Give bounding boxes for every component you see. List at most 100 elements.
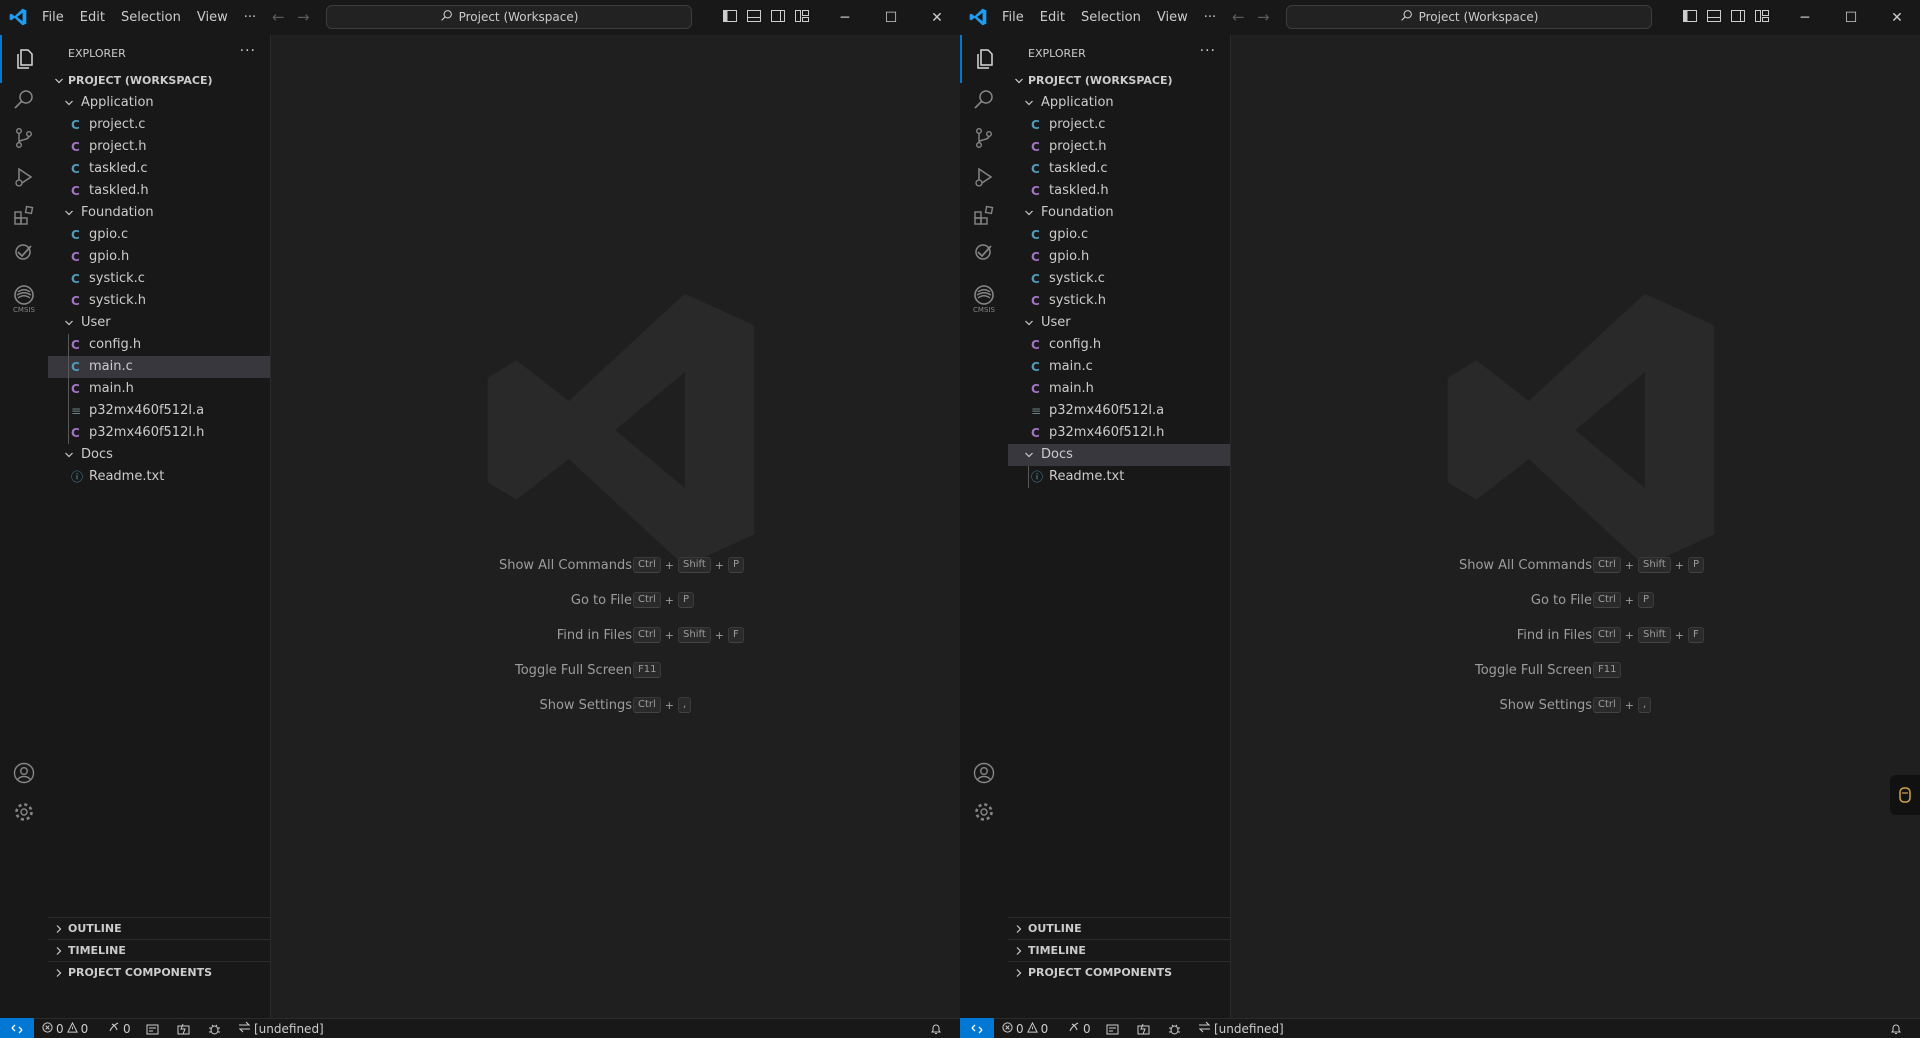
file-item[interactable]: Cproject.h [48,136,270,158]
folder-label: Docs [81,447,113,462]
close-icon[interactable]: ✕ [914,0,960,35]
build-icon[interactable] [146,1020,159,1038]
file-item[interactable]: ≡ p32mx460f512l.a [1008,400,1230,422]
command-center-search[interactable]: Project (Workspace) [326,5,692,29]
toggle-secondary-sidebar-icon[interactable] [770,8,786,24]
close-icon[interactable]: ✕ [1874,0,1920,35]
forward-arrow-icon[interactable]: → [297,8,310,26]
file-item[interactable]: Cgpio.h [48,246,270,268]
file-item[interactable]: ⓘ Readme.txt [1008,466,1230,488]
cmsis-icon[interactable] [0,228,48,276]
customize-layout-icon[interactable] [1754,8,1770,24]
flash-icon[interactable] [177,1020,190,1038]
target-status[interactable]: [undefined] [1198,1020,1284,1038]
menu-more-icon[interactable]: ··· [236,0,264,35]
menu-edit[interactable]: Edit [72,0,113,35]
file-item[interactable]: Ctaskled.c [1008,158,1230,180]
file-item[interactable]: ≡ p32mx460f512l.a [48,400,270,422]
folder-application[interactable]: Application [1008,92,1230,114]
c-header-file-icon: C [1031,294,1040,308]
toggle-primary-sidebar-icon[interactable] [1682,8,1698,24]
file-item[interactable]: Csystick.h [48,290,270,312]
workspace-root[interactable]: PROJECT (WORKSPACE) [1008,70,1230,92]
folder-user[interactable]: User [1008,312,1230,334]
folder-label: User [1041,315,1071,330]
command-center-search[interactable]: Project (Workspace) [1286,5,1652,29]
bell-icon[interactable] [930,1020,942,1038]
menu-file[interactable]: File [994,0,1032,35]
file-item[interactable]: Csystick.c [1008,268,1230,290]
folder-docs[interactable]: Docs [48,444,270,466]
file-item[interactable]: Cproject.h [1008,136,1230,158]
flash-icon[interactable] [1137,1020,1150,1038]
file-item[interactable]: ⓘ Readme.txt [48,466,270,488]
file-item[interactable]: Cproject.c [1008,114,1230,136]
settings-gear-icon[interactable] [960,788,1008,836]
settings-gear-icon[interactable] [0,788,48,836]
toggle-panel-icon[interactable] [746,8,762,24]
file-item[interactable]: Cmain.c [48,356,270,378]
file-item[interactable]: Csystick.c [48,268,270,290]
toggle-primary-sidebar-icon[interactable] [722,8,738,24]
file-item[interactable]: Ctaskled.c [48,158,270,180]
explorer-more-icon[interactable]: ··· [240,43,256,59]
folder-docs[interactable]: Docs [1008,444,1230,466]
remote-indicator-icon[interactable] [960,1018,994,1038]
file-item[interactable]: Cmain.c [1008,356,1230,378]
panel-section-project-components[interactable]: PROJECT COMPONENTS [48,961,270,984]
minimize-icon[interactable]: ─ [1782,0,1828,35]
panel-section-timeline[interactable]: TIMELINE [1008,939,1230,962]
file-item[interactable]: Cmain.h [48,378,270,400]
file-item[interactable]: Ctaskled.h [48,180,270,202]
workspace-root[interactable]: PROJECT (WORKSPACE) [48,70,270,92]
ports-status[interactable]: 0 [108,1020,131,1038]
file-item[interactable]: Cgpio.c [1008,224,1230,246]
toggle-panel-icon[interactable] [1706,8,1722,24]
minimize-icon[interactable]: ─ [822,0,868,35]
panel-section-outline[interactable]: OUTLINE [48,917,270,940]
file-item[interactable]: Ctaskled.h [1008,180,1230,202]
customize-layout-icon[interactable] [794,8,810,24]
file-item[interactable]: Cproject.c [48,114,270,136]
file-item[interactable]: Cp32mx460f512l.h [48,422,270,444]
menu-file[interactable]: File [34,0,72,35]
folder-user[interactable]: User [48,312,270,334]
maximize-icon[interactable]: ☐ [868,0,914,35]
debug-icon[interactable] [1168,1020,1181,1038]
menu-more-icon[interactable]: ··· [1196,0,1224,35]
debug-icon[interactable] [208,1020,221,1038]
file-item[interactable]: Cgpio.c [48,224,270,246]
file-item[interactable]: Cmain.h [1008,378,1230,400]
folder-application[interactable]: Application [48,92,270,114]
back-arrow-icon[interactable]: ← [1232,8,1245,26]
back-arrow-icon[interactable]: ← [272,8,285,26]
file-item[interactable]: Cconfig.h [1008,334,1230,356]
problems-status[interactable]: 00 [42,1020,88,1038]
panel-section-timeline[interactable]: TIMELINE [48,939,270,962]
bell-icon[interactable] [1890,1020,1902,1038]
menu-view[interactable]: View [1149,0,1196,35]
folder-foundation[interactable]: Foundation [1008,202,1230,224]
remote-indicator-icon[interactable] [0,1018,34,1038]
folder-foundation[interactable]: Foundation [48,202,270,224]
menu-edit[interactable]: Edit [1032,0,1073,35]
copilot-chat-toggle-icon[interactable] [1890,775,1920,815]
panel-section-project-components[interactable]: PROJECT COMPONENTS [1008,961,1230,984]
menu-view[interactable]: View [189,0,236,35]
forward-arrow-icon[interactable]: → [1257,8,1270,26]
problems-status[interactable]: 00 [1002,1020,1048,1038]
file-item[interactable]: Cp32mx460f512l.h [1008,422,1230,444]
maximize-icon[interactable]: ☐ [1828,0,1874,35]
menu-selection[interactable]: Selection [1073,0,1149,35]
file-item[interactable]: Csystick.h [1008,290,1230,312]
build-icon[interactable] [1106,1020,1119,1038]
menu-selection[interactable]: Selection [113,0,189,35]
toggle-secondary-sidebar-icon[interactable] [1730,8,1746,24]
panel-section-outline[interactable]: OUTLINE [1008,917,1230,940]
target-status[interactable]: [undefined] [238,1020,324,1038]
ports-status[interactable]: 0 [1068,1020,1091,1038]
file-item[interactable]: Cgpio.h [1008,246,1230,268]
file-item[interactable]: Cconfig.h [48,334,270,356]
explorer-more-icon[interactable]: ··· [1200,43,1216,59]
cmsis-icon[interactable] [960,228,1008,276]
